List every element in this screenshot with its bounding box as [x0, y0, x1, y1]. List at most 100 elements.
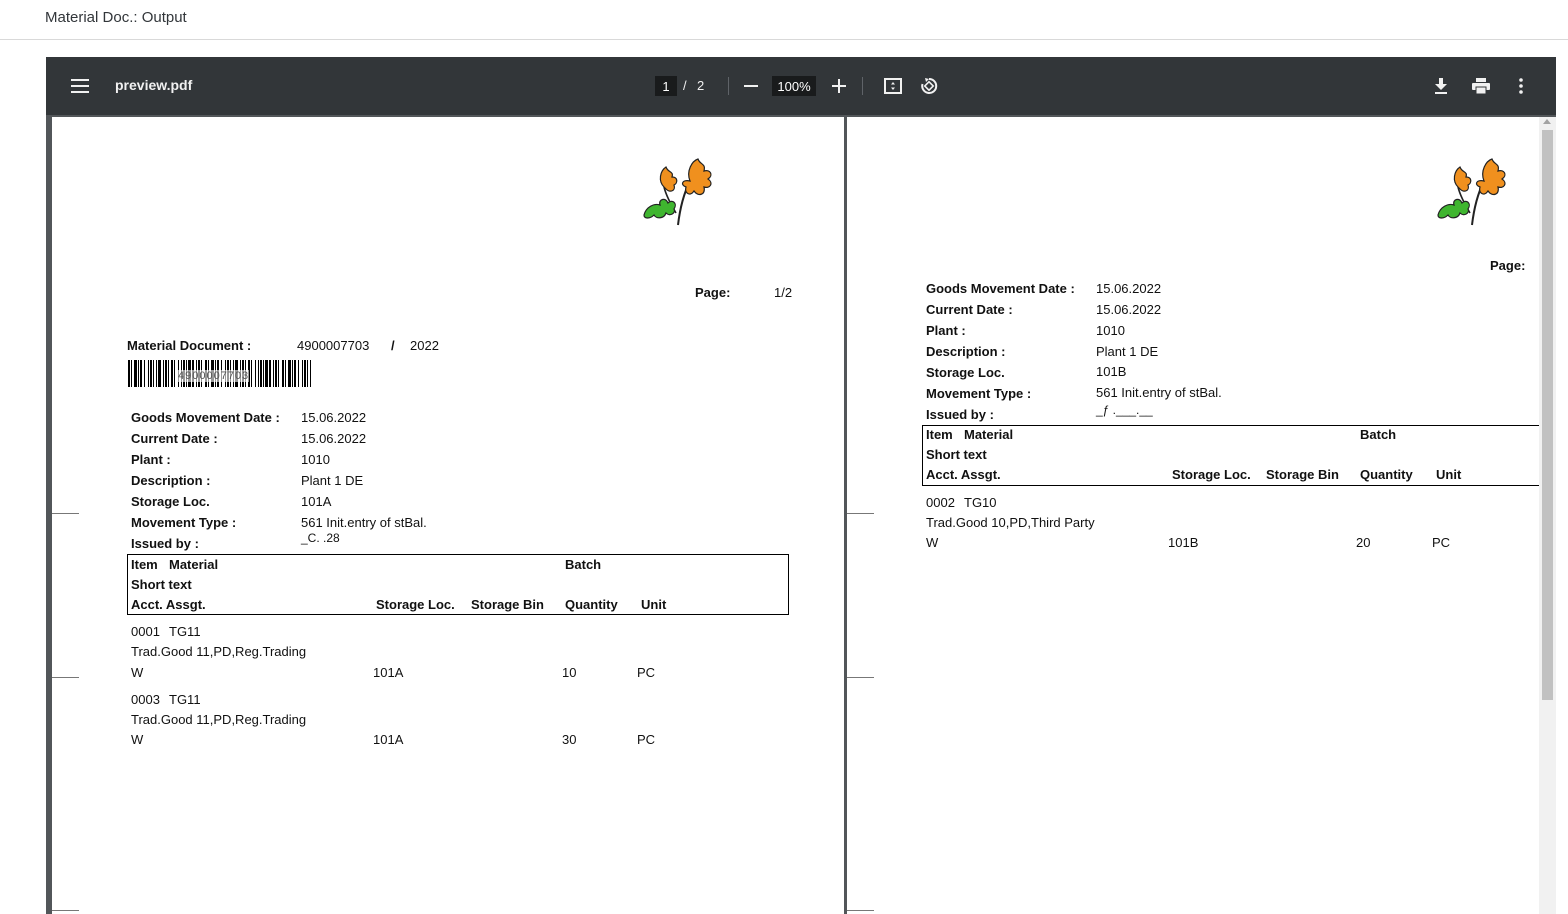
- page-number-input[interactable]: 1: [655, 76, 677, 96]
- item-storage-loc: 101A: [373, 732, 404, 747]
- material-document-number: 4900007703: [297, 338, 370, 353]
- item-quantity: 30: [562, 732, 577, 747]
- field-value: _ƒ .___.__: [1096, 403, 1153, 417]
- field-value: _C. .28: [301, 531, 340, 545]
- field-value: 101A: [301, 494, 332, 509]
- app-title: Material Doc.: Output: [45, 9, 187, 26]
- rotate-icon[interactable]: [918, 75, 940, 97]
- item-storage-loc: 101B: [1168, 535, 1199, 550]
- fold-mark: [52, 910, 79, 911]
- item-unit: PC: [1432, 535, 1451, 550]
- item-unit: PC: [637, 665, 656, 680]
- item-quantity: 20: [1356, 535, 1371, 550]
- item-number: 0002: [926, 495, 955, 510]
- item-short-text: Trad.Good 11,PD,Reg.Trading: [131, 712, 307, 727]
- page-total: 2: [697, 78, 705, 93]
- zoom-input[interactable]: 100%: [772, 76, 816, 96]
- fold-mark: [847, 910, 874, 911]
- field-value: 15.06.2022: [1096, 281, 1162, 296]
- item-acct: W: [131, 732, 144, 747]
- minus-icon[interactable]: [740, 75, 762, 97]
- item-short-text: Trad.Good 10,PD,Third Party: [926, 515, 1095, 530]
- item-storage-loc: 101A: [373, 665, 404, 680]
- table-header: [127, 554, 789, 615]
- field-label: Goods Movement Date :: [926, 281, 1075, 296]
- material-document-year: 2022: [410, 338, 439, 353]
- field-value: 561 Init.entry of stBal.: [1096, 385, 1222, 400]
- col-acct: Acct. Assgt.: [131, 597, 206, 612]
- pdf-toolbar: preview.pdf 1 / 2 100%: [46, 57, 1556, 115]
- page-label: Page:: [695, 285, 731, 300]
- col-storage-bin: Storage Bin: [471, 597, 544, 612]
- col-quantity: Quantity: [565, 597, 618, 612]
- field-label: Current Date :: [926, 302, 1013, 317]
- fold-mark: [52, 677, 79, 678]
- col-material: Material: [964, 427, 1014, 442]
- field-label: Description :: [131, 473, 211, 488]
- page-separator: /: [683, 78, 687, 93]
- col-item: Item: [926, 427, 953, 442]
- field-value: 101B: [1096, 364, 1127, 379]
- item-acct: W: [926, 535, 939, 550]
- page-value: 1/2: [774, 285, 793, 300]
- toolbar-divider: [728, 77, 729, 95]
- item-quantity: 10: [562, 665, 577, 680]
- toolbar-divider: [862, 77, 863, 95]
- item-material: TG11: [169, 692, 201, 707]
- item-material: TG10: [964, 495, 997, 510]
- pdf-viewer: preview.pdf 1 / 2 100% Page: 1/2 Materia…: [46, 57, 1556, 914]
- col-short-text: Short text: [131, 577, 192, 592]
- field-value: 15.06.2022: [301, 431, 367, 446]
- fit-page-icon[interactable]: [882, 75, 904, 97]
- field-label: Movement Type :: [926, 386, 1032, 401]
- scroll-up-icon[interactable]: [1543, 119, 1551, 124]
- field-value: 15.06.2022: [1096, 302, 1162, 317]
- field-label: Storage Loc.: [131, 494, 210, 509]
- field-label: Issued by :: [131, 536, 199, 551]
- field-label: Issued by :: [926, 407, 994, 422]
- field-value: Plant 1 DE: [301, 473, 364, 488]
- col-storage-loc: Storage Loc.: [1172, 467, 1251, 482]
- col-item: Item: [131, 557, 158, 572]
- fold-mark: [52, 513, 79, 514]
- col-material: Material: [169, 557, 219, 572]
- more-vert-icon[interactable]: [1510, 75, 1532, 97]
- field-label: Description :: [926, 344, 1006, 359]
- field-value: 1010: [301, 452, 330, 467]
- col-unit: Unit: [1436, 467, 1462, 482]
- col-storage-loc: Storage Loc.: [376, 597, 455, 612]
- oak-leaves-logo: [643, 158, 712, 226]
- menu-icon[interactable]: [68, 76, 92, 96]
- col-batch: Batch: [565, 557, 602, 572]
- field-label: Storage Loc.: [926, 365, 1005, 380]
- field-label: Movement Type :: [131, 515, 237, 530]
- field-label: Current Date :: [131, 431, 218, 446]
- plus-icon[interactable]: [828, 75, 850, 97]
- field-value: 1010: [1096, 323, 1125, 338]
- col-unit: Unit: [641, 597, 667, 612]
- item-short-text: Trad.Good 11,PD,Reg.Trading: [131, 644, 307, 659]
- col-storage-bin: Storage Bin: [1266, 467, 1339, 482]
- col-quantity: Quantity: [1360, 467, 1413, 482]
- item-unit: PC: [637, 732, 656, 747]
- field-value: 15.06.2022: [301, 410, 367, 425]
- item-number: 0001: [131, 624, 160, 639]
- download-icon[interactable]: [1430, 75, 1452, 97]
- field-value: Plant 1 DE: [1096, 344, 1159, 359]
- item-acct: W: [131, 665, 144, 680]
- pdf-page-2: Page: Goods Movement Date : 15.06.2022 C…: [847, 117, 1539, 914]
- material-document-label: Material Document :: [127, 338, 252, 353]
- scrollbar-thumb[interactable]: [1542, 130, 1553, 700]
- print-icon[interactable]: [1470, 75, 1492, 97]
- item-number: 0003: [131, 692, 160, 707]
- oak-leaves-logo: [1437, 158, 1506, 226]
- field-label: Goods Movement Date :: [131, 410, 280, 425]
- fold-mark: [847, 677, 874, 678]
- field-label: Plant :: [926, 323, 966, 338]
- item-material: TG11: [169, 624, 201, 639]
- field-label: Plant :: [131, 452, 171, 467]
- file-name: preview.pdf: [115, 77, 193, 93]
- page-label: Page:: [1490, 258, 1526, 273]
- fold-mark: [847, 513, 874, 514]
- material-document-sep: /: [391, 338, 395, 353]
